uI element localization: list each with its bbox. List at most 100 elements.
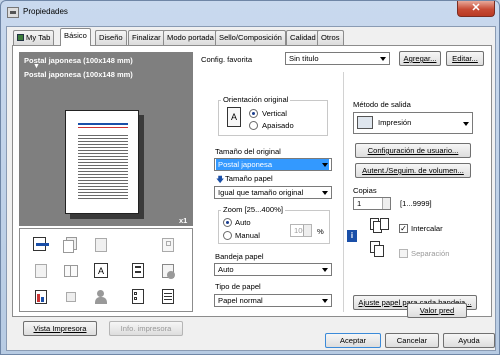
config-value: Sin título	[289, 54, 319, 63]
hole-punch-icon	[63, 289, 79, 305]
collate-checkbox[interactable]: ✓	[399, 224, 408, 233]
zoom-manual-radio[interactable]	[223, 231, 232, 240]
accept-button[interactable]: Aceptar	[325, 333, 381, 348]
tab-label: My Tab	[26, 33, 51, 42]
separation-label: Separación	[411, 249, 450, 258]
spinner-arrows	[303, 225, 311, 236]
paper-tray-select[interactable]: Auto	[214, 263, 332, 276]
button-label: Valor pred	[419, 306, 455, 315]
preview-paper-size: Postal japonesa (100x148 mm)	[24, 70, 133, 79]
default-button[interactable]: Valor pred	[407, 303, 467, 318]
vertical-radio[interactable]	[249, 109, 258, 118]
paper-size-select[interactable]: Igual que tamaño original	[214, 186, 332, 199]
tab-otros[interactable]: Otros	[317, 30, 344, 45]
edit-config-button[interactable]: Editar...	[446, 51, 484, 66]
page-setup-icon	[130, 289, 146, 305]
config-select[interactable]: Sin título	[285, 52, 390, 65]
tab-diseno[interactable]: Diseño	[95, 30, 127, 45]
tab-basico[interactable]: Básico	[60, 28, 91, 46]
layout-icon	[33, 263, 49, 279]
zoom-label: Zoom [25...400%]	[221, 205, 285, 214]
portrait-icon: A	[227, 107, 241, 127]
window-title: Propiedades	[23, 7, 68, 16]
user-config-button[interactable]: Configuración de usuario...	[355, 143, 471, 158]
landscape-label: Apaisado	[262, 121, 294, 130]
cancel-button[interactable]: Cancelar	[385, 333, 439, 348]
tab-modo-portada[interactable]: Modo portada	[163, 30, 218, 45]
copies-spinner[interactable]: 1	[353, 197, 391, 210]
zoom-value-spinner: 100	[290, 224, 312, 237]
paper-subheader-line	[78, 127, 128, 128]
chevron-down-icon	[463, 122, 469, 126]
user-auth-icon	[93, 289, 109, 305]
add-config-button[interactable]: Agregar...	[399, 51, 441, 66]
preview-paper	[65, 110, 139, 214]
basic-tab-panel: Config. favorita Sin título Agregar... E…	[12, 45, 492, 336]
printer-icon	[7, 7, 19, 18]
orientation-label: Orientación original	[221, 95, 291, 104]
separation-checkbox	[399, 249, 408, 258]
paper-text-block	[78, 133, 128, 199]
paper-tray-value: Auto	[218, 265, 234, 274]
landscape-radio[interactable]	[249, 121, 258, 130]
button-label: Aceptar	[339, 336, 367, 345]
paper-size-label: Tamaño papel	[225, 174, 273, 183]
original-size-value: Postal japonesa	[216, 159, 329, 170]
preview-arrow: ▼	[33, 63, 40, 70]
tab-label: Diseño	[99, 33, 123, 42]
tab-label: Sello/Composición	[219, 33, 282, 42]
page-preview: Postal japonesa (100x148 mm) ▼ Postal ja…	[19, 52, 193, 226]
tab-sello-composicion[interactable]: Sello/Composición	[215, 30, 286, 45]
collate-icon	[370, 218, 390, 234]
chevron-down-icon	[322, 268, 328, 272]
paper-type-label: Tipo de papel	[215, 282, 261, 291]
original-size-select[interactable]: Postal japonesa	[214, 158, 332, 171]
duplex-icon	[63, 237, 79, 253]
config-label: Config. favorita	[201, 55, 253, 64]
close-button[interactable]: ✕	[457, 1, 495, 17]
copies-value: 1	[357, 199, 362, 208]
button-label: Info. impresora	[120, 324, 172, 333]
chevron-down-icon	[322, 299, 328, 303]
output-method-label: Método de salida	[353, 100, 411, 109]
original-size-label: Tamaño del original	[215, 147, 281, 156]
title-bar[interactable]: Propiedades ✕	[1, 1, 499, 25]
tab-icon	[17, 34, 24, 41]
copies-range: [1...9999]	[400, 199, 432, 208]
zoom-auto-radio[interactable]	[223, 218, 232, 227]
zoom-auto-label: Auto	[235, 218, 251, 227]
paper-header-line	[78, 123, 128, 125]
document-icon	[160, 289, 176, 305]
help-button[interactable]: Ayuda	[443, 333, 495, 348]
volume-auth-button[interactable]: Autent./Seguim. de volumen...	[355, 163, 471, 178]
combine-icon	[93, 237, 109, 253]
separation-icon	[370, 241, 386, 257]
preview-copies-badge: x1	[179, 216, 188, 225]
tab-label: Básico	[64, 31, 87, 40]
button-label: Cancelar	[396, 336, 428, 345]
settings-summary-grid: A	[19, 228, 193, 312]
paper-size-value: Igual que tamaño original	[218, 188, 304, 197]
chevron-down-icon	[380, 57, 386, 61]
tab-my-tab[interactable]: My Tab	[13, 30, 55, 45]
printer-info-button: Info. impresora	[109, 321, 183, 336]
view-printer-button[interactable]: Vista Impresora	[23, 321, 97, 336]
preview-original-size: Postal japonesa (100x148 mm)	[24, 56, 133, 65]
tab-calidad[interactable]: Calidad	[286, 30, 320, 45]
paper-tray-label: Bandeja papel	[215, 252, 264, 261]
print-output-icon	[357, 116, 373, 129]
spinner-arrows[interactable]	[382, 198, 390, 209]
output-method-select[interactable]: Impresión	[353, 112, 473, 134]
original-size-icon	[33, 237, 49, 253]
tab-finalizar[interactable]: Finalizar	[128, 30, 165, 45]
info-icon: i	[347, 230, 357, 242]
zoom-unit: %	[317, 227, 324, 236]
button-label: Vista Impresora	[33, 324, 87, 333]
button-label: Autent./Seguim. de volumen...	[362, 166, 464, 175]
tab-label: Modo portada	[167, 33, 214, 42]
column-divider	[343, 72, 344, 312]
collate-label: Intercalar	[411, 224, 443, 233]
tab-label: Otros	[321, 33, 340, 42]
button-label: Configuración de usuario...	[367, 146, 459, 155]
paper-type-select[interactable]: Papel normal	[214, 294, 332, 307]
